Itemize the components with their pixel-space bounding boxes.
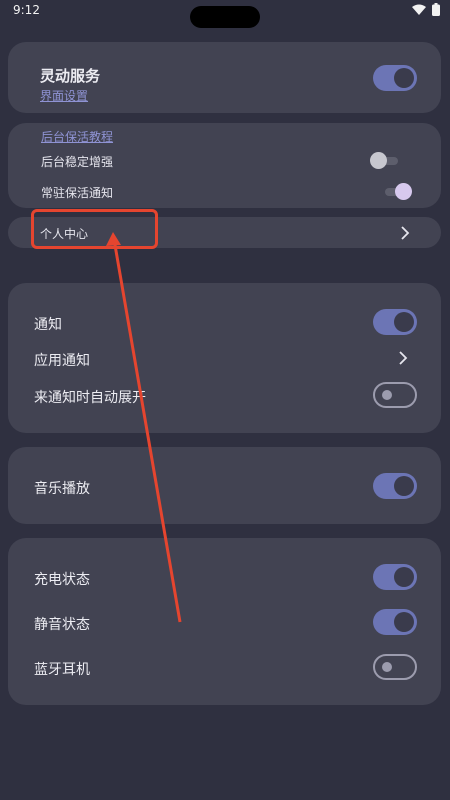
annotation-arrow-icon	[106, 232, 182, 623]
